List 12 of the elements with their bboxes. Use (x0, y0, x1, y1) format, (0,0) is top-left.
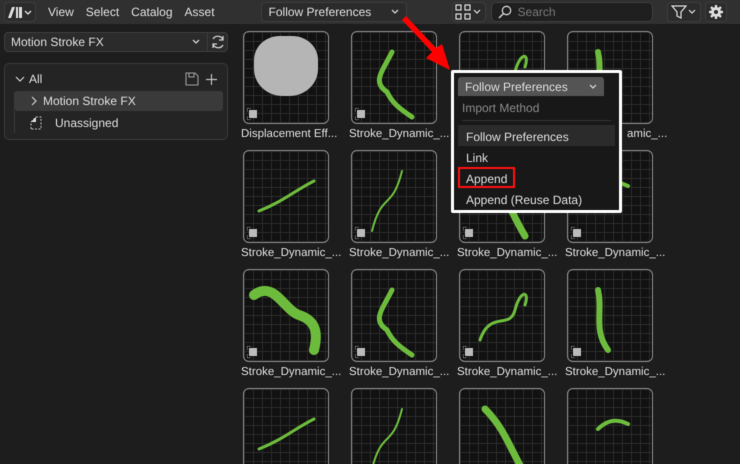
asset-name: Stroke_Dynamic_... (565, 365, 666, 380)
asset-name: Stroke_Dynamic_... (349, 246, 450, 261)
asset-name: Stroke_Dynamic_... (457, 246, 558, 261)
menu-heading: Import Method (461, 100, 540, 117)
asset-name: amic_... (627, 127, 668, 142)
asset-name: Stroke_Dynamic_... (241, 246, 342, 261)
asset-name: Stroke_Dynamic_... (349, 365, 450, 380)
asset-name: Stroke_Dynamic_... (457, 365, 558, 380)
asset-name: Displacement Eff... (241, 127, 338, 142)
asset-name: Stroke_Dynamic_... (349, 127, 450, 142)
asset-name: Stroke_Dynamic_... (565, 246, 666, 261)
asset-name: Stroke_Dynamic_... (241, 365, 342, 380)
